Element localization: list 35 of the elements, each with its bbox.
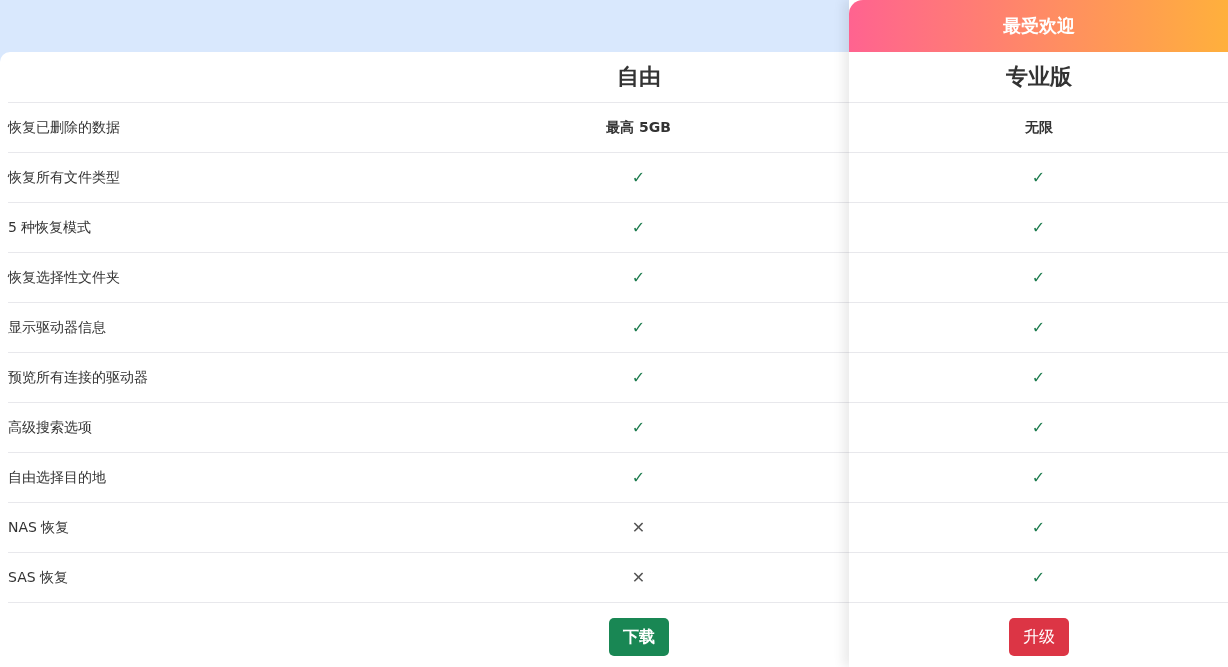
check-icon: ✓ <box>1031 518 1046 537</box>
feature-label: NAS 恢复 <box>8 518 70 537</box>
check-icon: ✓ <box>631 468 646 487</box>
upgrade-button[interactable]: 升级 <box>1008 618 1069 656</box>
check-icon: ✓ <box>631 318 646 337</box>
feature-label: 预览所有连接的驱动器 <box>8 368 148 387</box>
feature-value: 无限 <box>1024 118 1053 137</box>
check-icon: ✓ <box>1031 568 1046 587</box>
check-icon: ✓ <box>1031 168 1046 187</box>
check-icon: ✓ <box>631 168 646 187</box>
check-icon: ✓ <box>1031 468 1046 487</box>
feature-label: 恢复已删除的数据 <box>8 118 120 137</box>
check-icon: ✓ <box>631 368 646 387</box>
cross-icon: ✕ <box>631 568 646 587</box>
feature-label: 显示驱动器信息 <box>8 318 106 337</box>
check-icon: ✓ <box>631 218 646 237</box>
feature-value: 最高 5GB <box>606 118 671 137</box>
cross-icon: ✕ <box>631 518 646 537</box>
popular-badge: 最受欢迎 <box>849 0 1228 52</box>
download-button[interactable]: 下载 <box>608 618 669 656</box>
check-icon: ✓ <box>1031 418 1046 437</box>
check-icon: ✓ <box>631 268 646 287</box>
plan-title: 专业版 <box>1005 63 1072 91</box>
feature-label: 恢复选择性文件夹 <box>8 268 120 287</box>
check-icon: ✓ <box>1031 368 1046 387</box>
feature-label: 高级搜索选项 <box>8 418 92 437</box>
check-icon: ✓ <box>1031 318 1046 337</box>
feature-label: SAS 恢复 <box>8 568 69 587</box>
plan-title: 自由 <box>616 63 661 91</box>
feature-label: 自由选择目的地 <box>8 468 106 487</box>
feature-label: 5 种恢复模式 <box>8 218 92 237</box>
feature-label: 恢复所有文件类型 <box>8 168 120 187</box>
check-icon: ✓ <box>1031 218 1046 237</box>
check-icon: ✓ <box>631 418 646 437</box>
check-icon: ✓ <box>1031 268 1046 287</box>
